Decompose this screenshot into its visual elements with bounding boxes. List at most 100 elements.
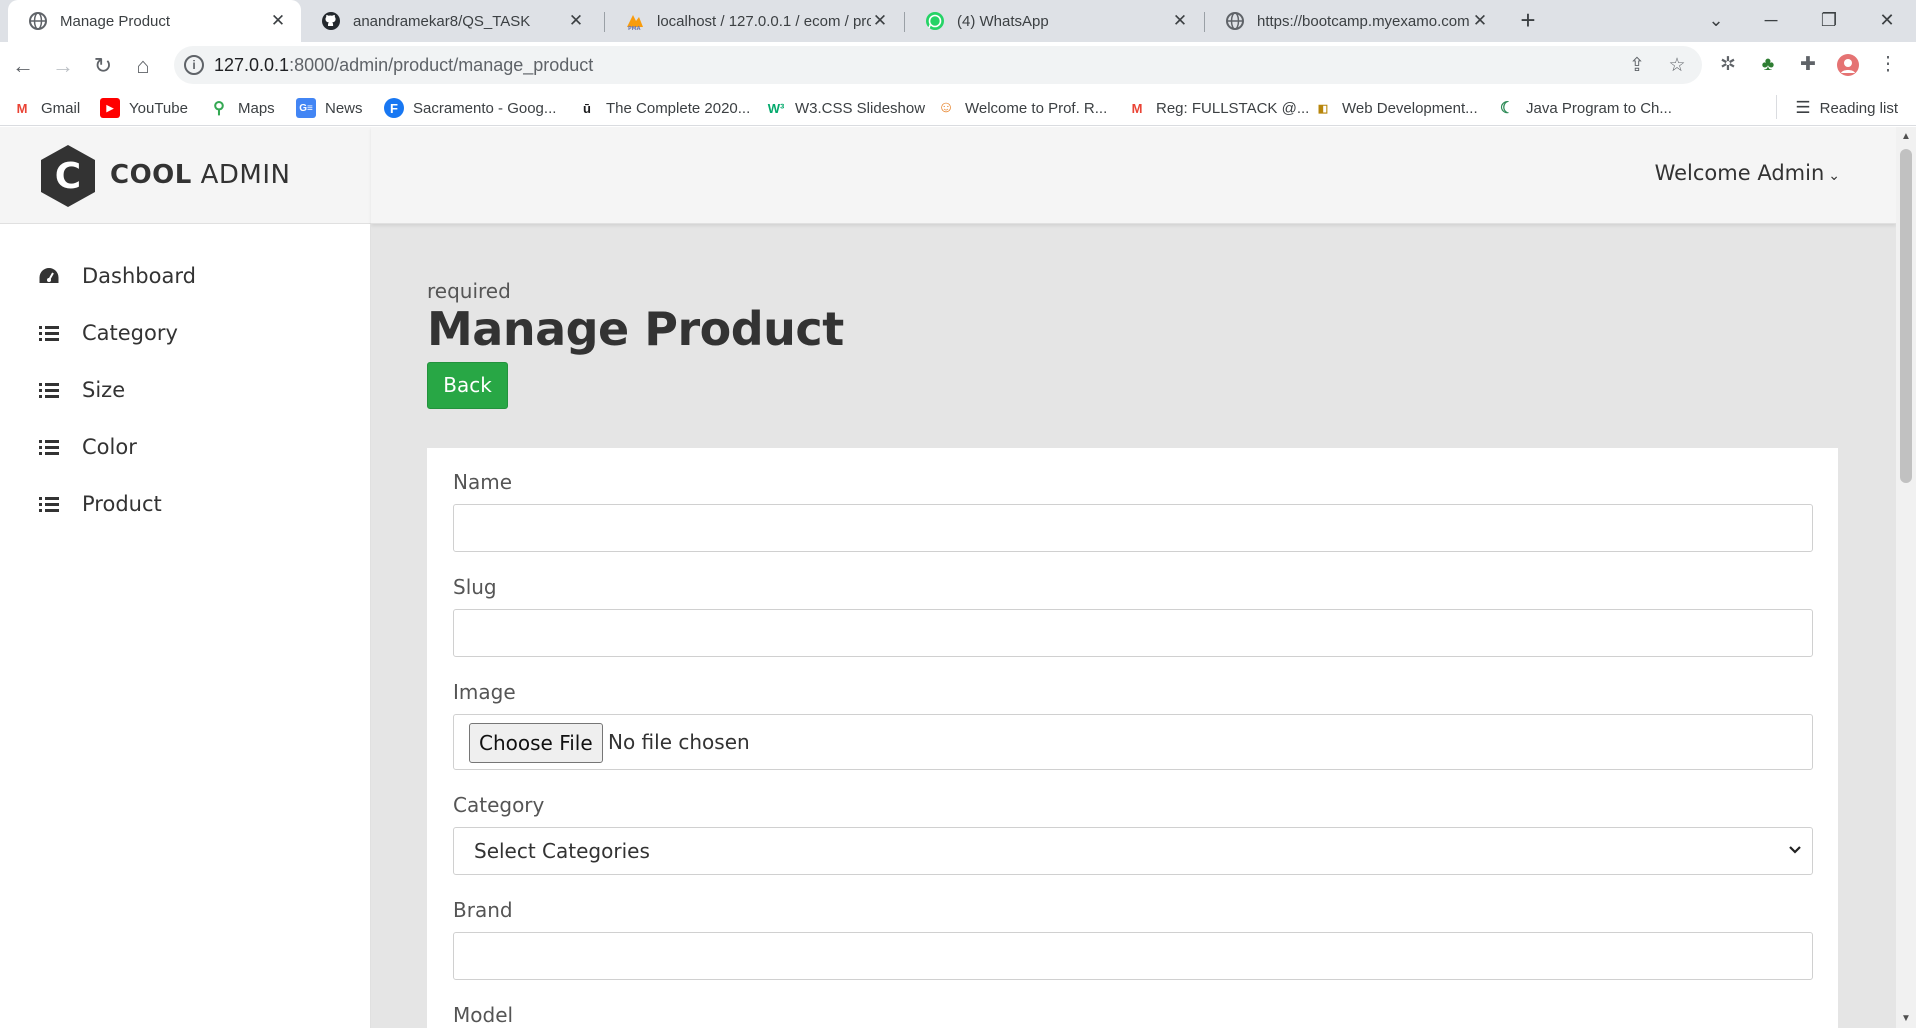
close-icon[interactable]: ✕ — [269, 11, 287, 31]
address-bar[interactable]: i 127.0.0.1:8000/admin/product/manage_pr… — [174, 46, 1702, 84]
page-viewport: C COOL ADMIN Welcome Admin ⌄ Dashboard Ca… — [0, 127, 1896, 1028]
reading-list-icon: ☰ — [1795, 98, 1811, 117]
tab-title: anandramekar8/QS_TASK — [353, 12, 531, 30]
youtube-icon: ▶ — [100, 98, 120, 118]
forward-arrow-icon[interactable]: → — [46, 49, 80, 83]
slug-label: Slug — [453, 575, 497, 599]
scrollbar-thumb[interactable] — [1900, 149, 1912, 483]
maximize-button[interactable]: ❐ — [1801, 0, 1857, 42]
image-label: Image — [453, 680, 516, 704]
html-extension-icon[interactable]: ♣ — [1756, 53, 1780, 77]
scroll-up-arrow-icon[interactable]: ▲ — [1901, 131, 1911, 142]
required-text-wrap: required — [427, 279, 511, 303]
bookmark-web-dev[interactable]: ◧ Web Development... — [1313, 96, 1478, 120]
model-label: Model — [453, 1003, 514, 1027]
sidebar-item-size[interactable]: Size — [38, 375, 125, 405]
web-icon: ◧ — [1317, 102, 1329, 115]
globe-icon — [29, 12, 47, 30]
reload-icon[interactable]: ↻ — [86, 49, 120, 83]
tab-whatsapp[interactable]: (4) WhatsApp ✕ — [905, 0, 1203, 42]
minimize-button[interactable]: ─ — [1743, 0, 1799, 42]
sidebar-item-dashboard[interactable]: Dashboard — [38, 261, 196, 291]
logo-text: COOL ADMIN — [110, 160, 291, 190]
new-tab-button[interactable]: + — [1514, 7, 1542, 35]
tab-title: https://bootcamp.myexamo.com — [1257, 12, 1470, 30]
sidebar: Dashboard Category Size Color Product — [0, 224, 371, 1028]
bug-extension-icon[interactable]: ✲ — [1716, 53, 1740, 77]
menu-kebab-icon[interactable]: ⋮ — [1876, 53, 1900, 77]
bookmark-fullstack[interactable]: M Reg: FULLSTACK @... — [1127, 96, 1310, 120]
news-icon: G≡ — [296, 98, 316, 118]
image-file-input[interactable]: Choose File No file chosen — [453, 714, 1813, 770]
page-title: Manage Product — [427, 302, 844, 356]
name-input[interactable] — [453, 504, 1813, 552]
site-info-icon[interactable]: i — [184, 55, 204, 75]
tab-title: localhost / 127.0.0.1 / ecom / pro — [657, 12, 871, 30]
category-label: Category — [453, 793, 545, 817]
file-status-text: No file chosen — [608, 730, 750, 754]
welcome-admin-dropdown[interactable]: Welcome Admin ⌄ — [1655, 161, 1840, 185]
close-icon[interactable]: ✕ — [1171, 11, 1189, 31]
list-icon — [38, 437, 60, 457]
logo-area[interactable]: C COOL ADMIN — [0, 127, 371, 224]
sidebar-item-color[interactable]: Color — [38, 432, 137, 462]
category-selected-value: Select Categories — [474, 839, 650, 863]
profile-avatar-icon[interactable] — [1836, 53, 1860, 77]
sidebar-item-product[interactable]: Product — [38, 489, 162, 519]
close-window-button[interactable]: ✕ — [1859, 0, 1915, 42]
reading-list-button[interactable]: ☰ Reading list — [1795, 96, 1898, 120]
url-text[interactable]: 127.0.0.1:8000/admin/product/manage_prod… — [214, 55, 593, 76]
sidebar-item-category[interactable]: Category — [38, 318, 178, 348]
svg-text:PMA: PMA — [628, 26, 641, 31]
brand-input[interactable] — [453, 932, 1813, 980]
bookmark-sacramento[interactable]: F Sacramento - Goog... — [384, 96, 556, 120]
tab-manage-product[interactable]: Manage Product ✕ — [8, 0, 301, 42]
logo-hexagon-icon: C — [41, 145, 95, 207]
chevron-down-icon — [1789, 846, 1801, 854]
profile-icon: ☺ — [937, 99, 955, 116]
tab-title: (4) WhatsApp — [957, 12, 1049, 30]
java-icon: ☾ — [1499, 100, 1515, 117]
tab-bootcamp[interactable]: https://bootcamp.myexamo.com ✕ — [1205, 0, 1503, 42]
list-icon — [38, 380, 60, 400]
list-icon — [38, 494, 60, 514]
star-icon[interactable]: ☆ — [1665, 55, 1689, 79]
dashboard-icon — [38, 266, 60, 286]
home-icon[interactable]: ⌂ — [126, 49, 160, 83]
udemy-icon: ū — [583, 100, 591, 116]
close-icon[interactable]: ✕ — [1471, 11, 1489, 31]
back-button[interactable]: Back — [427, 362, 508, 409]
bookmark-maps[interactable]: ⚲ Maps — [209, 96, 275, 120]
top-header: Welcome Admin ⌄ — [371, 127, 1896, 224]
phpmyadmin-icon: PMA — [627, 15, 643, 31]
product-form-card: Name Slug Image Choose File No file chos… — [427, 448, 1838, 1028]
brand-label: Brand — [453, 898, 513, 922]
scroll-down-arrow-icon[interactable]: ▼ — [1901, 1013, 1911, 1024]
bookmark-complete-2020[interactable]: ū The Complete 2020... — [577, 96, 750, 120]
gmail-icon: M — [1131, 100, 1143, 116]
tab-github[interactable]: anandramekar8/QS_TASK ✕ — [301, 0, 599, 42]
puzzle-icon[interactable]: ✚ — [1796, 53, 1820, 77]
globe-icon — [1226, 12, 1244, 30]
page-scrollbar[interactable]: ▲ ▼ — [1896, 127, 1916, 1028]
bookmark-java[interactable]: ☾ Java Program to Ch... — [1497, 96, 1672, 120]
bookmarks-bar: M Gmail ▶ YouTube ⚲ Maps G≡ News F Sacramento… — [0, 89, 1916, 126]
bookmark-news[interactable]: G≡ News — [296, 96, 363, 120]
close-icon[interactable]: ✕ — [871, 11, 889, 31]
category-select[interactable]: Select Categories — [453, 827, 1813, 875]
chevron-down-icon: ⌄ — [1828, 168, 1840, 184]
choose-file-button[interactable]: Choose File — [469, 723, 603, 763]
close-icon[interactable]: ✕ — [567, 11, 585, 31]
bookmark-prof[interactable]: ☺ Welcome to Prof. R... — [936, 96, 1107, 120]
bookmark-gmail[interactable]: M Gmail — [12, 96, 81, 120]
tab-title: Manage Product — [60, 12, 171, 30]
bookmark-youtube[interactable]: ▶ YouTube — [100, 96, 188, 120]
whatsapp-icon — [926, 12, 944, 30]
tab-phpmyadmin[interactable]: PMA localhost / 127.0.0.1 / ecom / pro ✕ — [605, 0, 903, 42]
slug-input[interactable] — [453, 609, 1813, 657]
tab-search-button[interactable]: ⌄ — [1688, 0, 1744, 42]
facebook-icon: F — [384, 98, 404, 118]
bookmark-w3css[interactable]: W³ W3.CSS Slideshow — [766, 96, 925, 120]
share-icon[interactable]: ⇪ — [1625, 55, 1649, 79]
back-arrow-icon[interactable]: ← — [6, 49, 40, 83]
